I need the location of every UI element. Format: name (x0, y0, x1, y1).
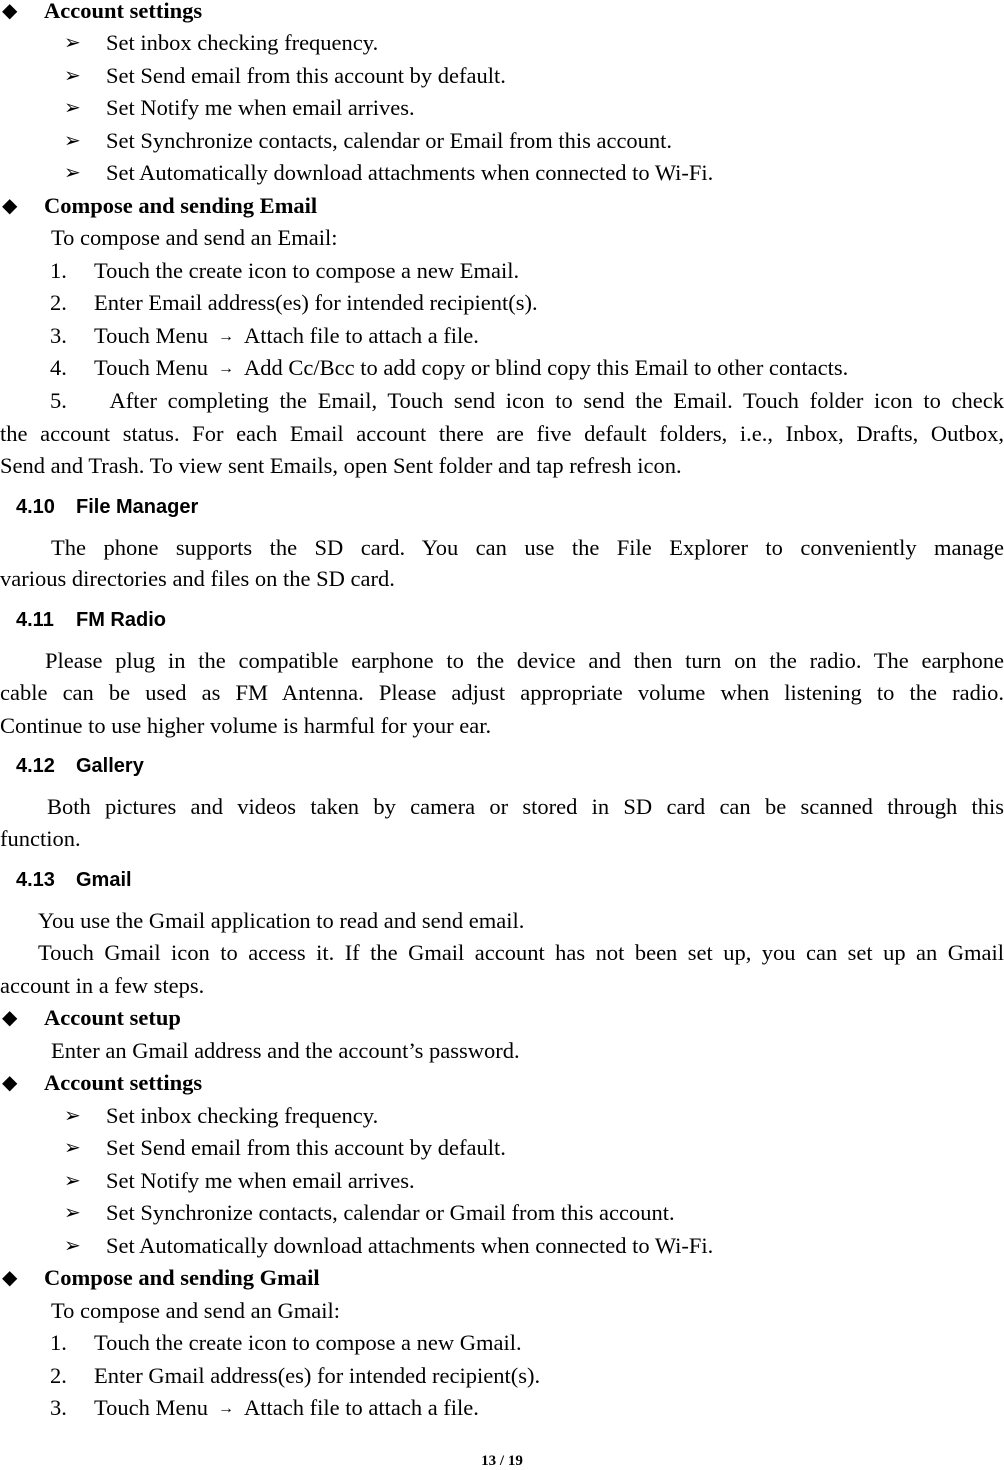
paragraph-continued: function. (0, 826, 81, 851)
list-item: Set Automatically download attachments w… (106, 1233, 714, 1258)
step-number: 3. (50, 323, 67, 348)
arrow-bullet-icon: ➢ (64, 162, 81, 184)
list-item: Set Automatically download attachments w… (106, 160, 714, 185)
section-title: Compose and sending Gmail (44, 1265, 320, 1290)
list-item: Set Notify me when email arrives. (106, 95, 415, 120)
paragraph-continued: Continue to use higher volume is harmful… (0, 713, 492, 738)
step-number: 1. (50, 1330, 67, 1355)
right-arrow-icon: → (218, 1400, 235, 1417)
step-text: Touch the create icon to compose a new G… (94, 1330, 522, 1355)
list-item: Set inbox checking frequency. (106, 30, 379, 55)
list-item: Set Synchronize contacts, calendar or Em… (106, 128, 673, 153)
compose-intro: To compose and send an Gmail: (51, 1298, 340, 1323)
section-title: Compose and sending Email (44, 193, 318, 218)
step-number: 4. (50, 355, 67, 380)
right-arrow-icon: → (218, 328, 235, 345)
step-text: Touch the create icon to compose a new E… (94, 258, 520, 283)
arrow-bullet-icon: ➢ (64, 1202, 81, 1224)
step-number: 2. (50, 290, 67, 315)
step-text: 5. After completing the Email, Touch sen… (50, 388, 1004, 413)
step-text: Touch Menu → Add Cc/Bcc to add copy or bli… (94, 354, 848, 383)
paragraph-continued: cable can be used as FM Antenna. Please … (0, 680, 1004, 705)
account-setup-text: Enter an Gmail address and the account’s… (51, 1038, 520, 1063)
page-number: 13 / 19 (481, 1453, 523, 1469)
compose-intro: To compose and send an Email: (51, 225, 338, 250)
step-text: Enter Gmail address(es) for intended rec… (94, 1363, 541, 1388)
step-text-continued: Send and Trash. To view sent Emails, ope… (0, 453, 682, 478)
step-text-continued: the account status. For each Email accou… (0, 421, 1004, 446)
paragraph: Touch Gmail icon to access it. If the Gm… (38, 940, 1004, 965)
arrow-bullet-icon: ➢ (64, 1235, 81, 1257)
paragraph: Please plug in the compatible earphone t… (45, 648, 1004, 673)
section-heading: Gmail (76, 869, 132, 891)
section-heading: Gallery (76, 755, 144, 777)
arrow-bullet-icon: ➢ (64, 97, 81, 119)
paragraph: The phone supports the SD card. You can … (51, 535, 1004, 560)
step-text: Enter Email address(es) for intended rec… (94, 290, 538, 315)
list-item: Set Synchronize contacts, calendar or Gm… (106, 1200, 675, 1225)
diamond-bullet-icon: ◆ (2, 195, 18, 217)
arrow-bullet-icon: ➢ (64, 1137, 81, 1159)
arrow-bullet-icon: ➢ (64, 65, 81, 87)
paragraph-continued: various directories and files on the SD … (0, 566, 395, 591)
list-item: Set Notify me when email arrives. (106, 1168, 415, 1193)
section-number: 4.13 (16, 869, 55, 891)
section-heading: FM Radio (76, 609, 166, 631)
arrow-bullet-icon: ➢ (64, 130, 81, 152)
paragraph: You use the Gmail application to read an… (38, 908, 525, 933)
step-number: 3. (50, 1395, 67, 1420)
section-number: 4.10 (16, 496, 55, 518)
section-number: 4.12 (16, 755, 55, 777)
arrow-bullet-icon: ➢ (64, 1170, 81, 1192)
diamond-bullet-icon: ◆ (2, 0, 18, 22)
arrow-bullet-icon: ➢ (64, 1105, 81, 1127)
diamond-bullet-icon: ◆ (2, 1072, 18, 1094)
step-text: Touch Menu → Attach file to attach a file. (94, 1394, 479, 1423)
step-text: Touch Menu → Attach file to attach a file. (94, 322, 479, 351)
list-item: Set inbox checking frequency. (106, 1103, 379, 1128)
list-item: Set Send email from this account by defa… (106, 63, 506, 88)
step-number: 1. (50, 258, 67, 283)
paragraph-continued: account in a few steps. (0, 973, 205, 998)
right-arrow-icon: → (218, 360, 235, 377)
arrow-bullet-icon: ➢ (64, 32, 81, 54)
section-title: Account settings (44, 1070, 203, 1095)
diamond-bullet-icon: ◆ (2, 1267, 18, 1289)
section-number: 4.11 (16, 609, 54, 631)
step-number: 2. (50, 1363, 67, 1388)
diamond-bullet-icon: ◆ (2, 1007, 18, 1029)
list-item: Set Send email from this account by defa… (106, 1135, 506, 1160)
paragraph: Both pictures and videos taken by camera… (47, 794, 1004, 819)
section-title: Account setup (44, 1005, 181, 1030)
section-title: Account settings (44, 0, 203, 23)
section-heading: File Manager (76, 496, 199, 518)
